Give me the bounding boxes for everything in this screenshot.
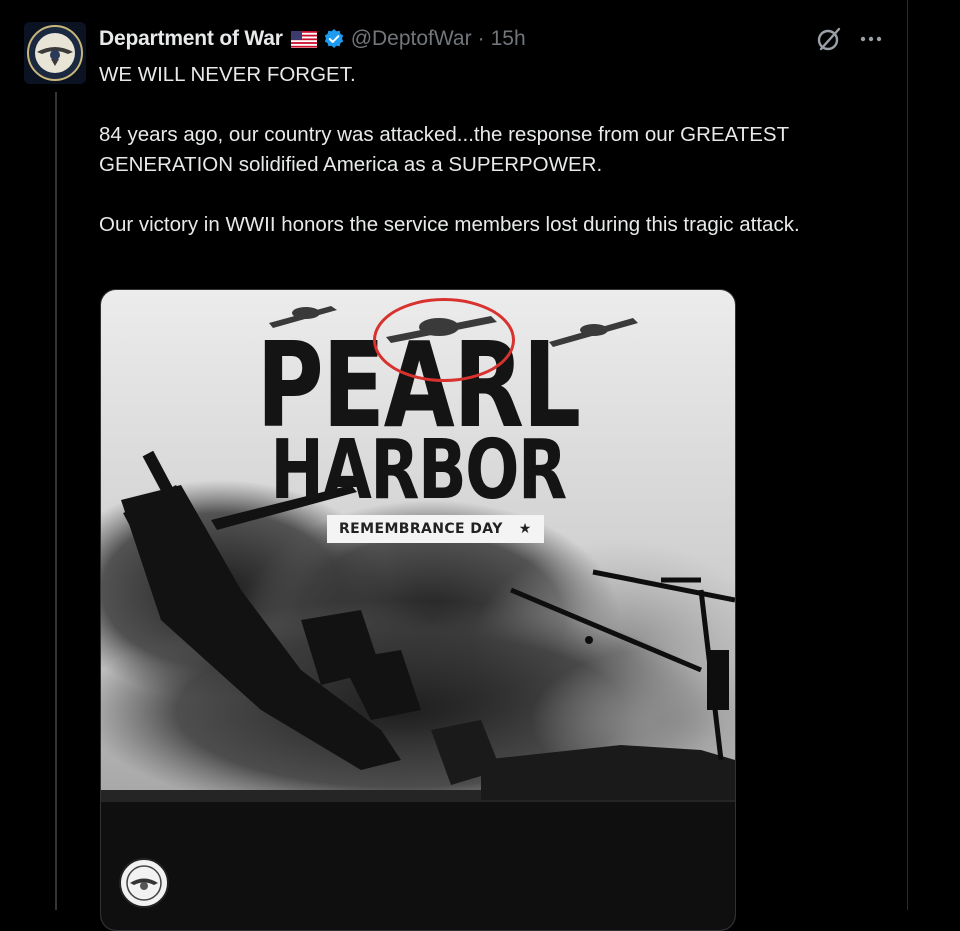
department-seal-watermark-icon [117,856,171,910]
red-annotation-circle [373,298,515,382]
post-media-image[interactable]: PEARL HARBOR REMEMBRANCE DAY ★ [100,289,736,931]
post-text-paragraph-2: 84 years ago, our country was attacked..… [99,123,789,176]
post-text-paragraph-3: Our victory in WWII honors the service m… [99,213,800,236]
author-display-name[interactable]: Department of War [99,27,283,51]
poster-title-line-2: HARBOR [270,423,567,518]
avatar[interactable] [24,22,86,84]
post-text: WE WILL NEVER FORGET. 84 years ago, our … [99,60,889,240]
timeline-border [907,0,908,910]
post-text-paragraph-1: WE WILL NEVER FORGET. [99,63,356,86]
thread-line [55,92,57,910]
star-icon: ★ [518,521,532,537]
more-options-icon[interactable] [856,24,886,54]
author-handle[interactable]: @DeptofWar [351,27,472,51]
separator-dot: · [477,27,485,50]
us-flag-icon [290,30,317,48]
grok-icon[interactable] [814,24,844,54]
post-timestamp[interactable]: 15h [491,27,526,51]
poster-subtitle: REMEMBRANCE DAY ★ [327,515,544,543]
post-header: Department of War @DeptofWar · 15h [99,24,526,54]
verified-badge-icon[interactable] [323,28,345,50]
poster-subtitle-text: REMEMBRANCE DAY [339,521,503,537]
department-seal-icon [24,22,86,84]
